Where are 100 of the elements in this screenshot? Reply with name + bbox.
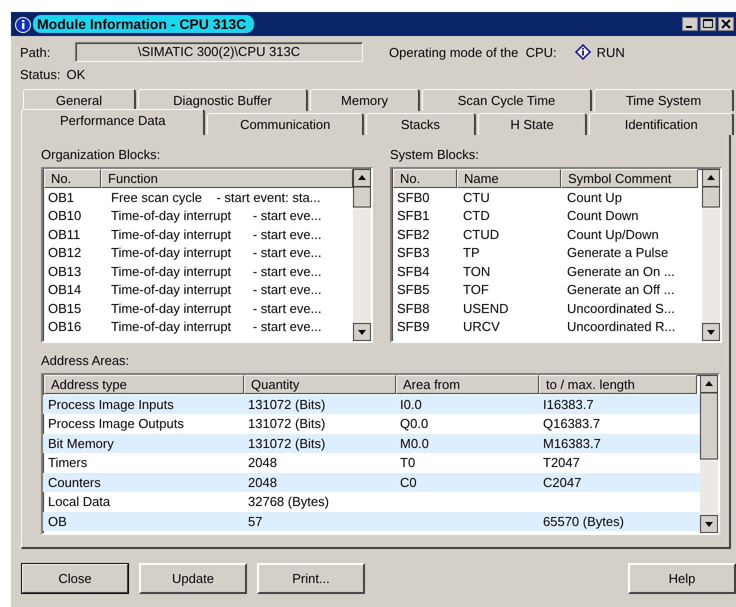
tab[interactable]: Scan Cycle Time: [422, 89, 592, 111]
table-cell-text: SFB0: [396, 190, 431, 205]
table-cell-text: SFB4: [396, 264, 431, 279]
table-cell-text: SFB9: [396, 319, 431, 334]
column-header[interactable]: Address type: [44, 375, 244, 394]
table-cell-text: TON: [462, 264, 492, 279]
path-field: \SIMATIC 300(2)\CPU 313C: [75, 42, 363, 62]
table-cell-text: OB14: [47, 282, 82, 298]
tab[interactable]: Stacks: [366, 113, 476, 135]
column-header[interactable]: Name: [457, 169, 561, 188]
status-value: OK: [66, 67, 86, 84]
path-label: Path:: [20, 44, 52, 60]
table-cell-text: 131072 (Bits): [247, 436, 326, 451]
table-cell-text: I16383.7: [542, 396, 595, 412]
table-cell-text: Q16383.7: [542, 416, 602, 432]
table-cell-text: T0: [399, 455, 416, 470]
operating-mode-label: Operating mode of the CPU:: [389, 44, 557, 60]
table-cell-text: TOF: [462, 282, 490, 298]
window-title: Module Information - CPU 313C: [33, 15, 254, 33]
tab[interactable]: Communication: [207, 113, 364, 135]
dialog-button[interactable]: Update: [139, 563, 247, 594]
info-diamond-icon: [574, 44, 591, 60]
table-cell-text: CTU: [462, 190, 491, 205]
tab[interactable]: Performance Data: [21, 109, 206, 135]
table-cell-text: Generate an Off ...: [566, 282, 676, 298]
table-cell-text: TP: [462, 245, 481, 260]
table-cell-text: Uncoordinated R...: [566, 319, 676, 334]
table-cell-text: OB11: [47, 226, 82, 242]
table-cell-text: OB12: [47, 245, 82, 260]
table-cell-text: Bit Memory: [47, 436, 115, 451]
table-cell-text: OB1: [47, 190, 76, 205]
table-cell-text: M0.0: [399, 436, 430, 451]
maximize-button[interactable]: [700, 17, 716, 31]
table-cell-text: SFB2: [396, 226, 431, 242]
table-cell-text: CTUD: [462, 226, 500, 242]
table-cell-text: I0.0: [399, 396, 423, 412]
table-cell-text: OB16: [47, 319, 82, 334]
table-cell-text: Time-of-day interrupt - start eve...: [110, 245, 322, 260]
table-cell-text: USEND: [462, 300, 510, 316]
dialog-button[interactable]: Help: [628, 563, 736, 594]
column-header[interactable]: Symbol Comment: [561, 169, 698, 188]
close-button[interactable]: [718, 17, 734, 31]
table-cell-text: C2047: [542, 474, 582, 490]
table-cell-text: 65570 (Bytes): [542, 514, 625, 529]
table-cell-text: Timers: [47, 455, 88, 470]
table-cell-text: Process Image Outputs: [47, 416, 185, 432]
table-cell-text: Q0.0: [399, 416, 430, 432]
table-cell-text: Count Down: [566, 208, 640, 224]
table-cell-text: SFB8: [396, 300, 431, 316]
table-cell-text: 131072 (Bits): [247, 396, 326, 412]
column-header[interactable]: to / max. length: [539, 375, 697, 394]
table-cell-text: Time-of-day interrupt - start eve...: [110, 264, 322, 279]
table-cell-text: OB13: [47, 264, 82, 279]
table-cell-text: 2048: [247, 474, 278, 490]
table-cell-text: OB10: [47, 208, 82, 224]
tab[interactable]: Identification: [589, 113, 734, 135]
table-cell-text: SFB1: [396, 208, 431, 224]
dialog-button[interactable]: Close: [21, 563, 129, 594]
table-cell-text: Time-of-day interrupt - start eve...: [110, 319, 322, 334]
tab[interactable]: H State: [478, 113, 588, 135]
table-cell-text: CTD: [462, 208, 491, 224]
table-cell-text: Free scan cycle - start event: sta...: [110, 190, 322, 205]
table-cell-text: Generate an On ...: [566, 264, 676, 279]
column-header[interactable]: Area from: [396, 375, 539, 394]
table-cell-text: T2047: [542, 455, 581, 470]
table-cell-text: OB15: [47, 300, 82, 316]
scrollbar[interactable]: [700, 375, 718, 533]
dialog-button[interactable]: Print...: [257, 563, 365, 594]
tab[interactable]: Time System: [594, 89, 734, 111]
scrollbar[interactable]: [702, 169, 720, 341]
column-header[interactable]: Quantity: [244, 375, 396, 394]
table-cell-text: 32768 (Bytes): [247, 494, 330, 510]
table-cell-text: Time-of-day interrupt - start eve...: [110, 226, 322, 242]
column-header[interactable]: Function: [101, 169, 353, 188]
section-label: Address Areas:: [41, 353, 130, 368]
table-cell-text: 131072 (Bits): [247, 416, 326, 432]
minimize-button[interactable]: [682, 17, 698, 31]
operating-mode-value: RUN: [596, 44, 625, 60]
status-label: Status:: [20, 67, 60, 84]
table-cell-text: Local Data: [47, 494, 112, 510]
table-cell-text: M16383.7: [542, 436, 602, 451]
table-cell-text: Count Up/Down: [566, 226, 660, 242]
column-header[interactable]: No.: [393, 169, 457, 188]
table-cell-text: 2048: [247, 455, 278, 470]
section-label: Organization Blocks:: [41, 147, 162, 162]
table-cell-text: 57: [247, 514, 264, 529]
table-cell-text: OB: [47, 514, 68, 529]
table-cell-text: Time-of-day interrupt - start eve...: [110, 282, 322, 298]
table-cell-text: SFB3: [396, 245, 431, 260]
table-cell-text: Process Image Inputs: [47, 396, 175, 412]
table-cell-text: Time-of-day interrupt - start eve...: [110, 300, 322, 316]
table-cell-text: Count Up: [566, 190, 623, 205]
scrollbar[interactable]: [353, 169, 371, 341]
table-cell-text: Counters: [47, 474, 102, 490]
table-cell-text: Uncoordinated S...: [566, 300, 676, 316]
column-header[interactable]: No.: [44, 169, 101, 188]
tab[interactable]: Memory: [310, 89, 420, 111]
table-cell-text: C0: [399, 474, 418, 490]
table-cell-text: URCV: [462, 319, 501, 334]
table-cell-text: Generate a Pulse: [566, 245, 670, 260]
